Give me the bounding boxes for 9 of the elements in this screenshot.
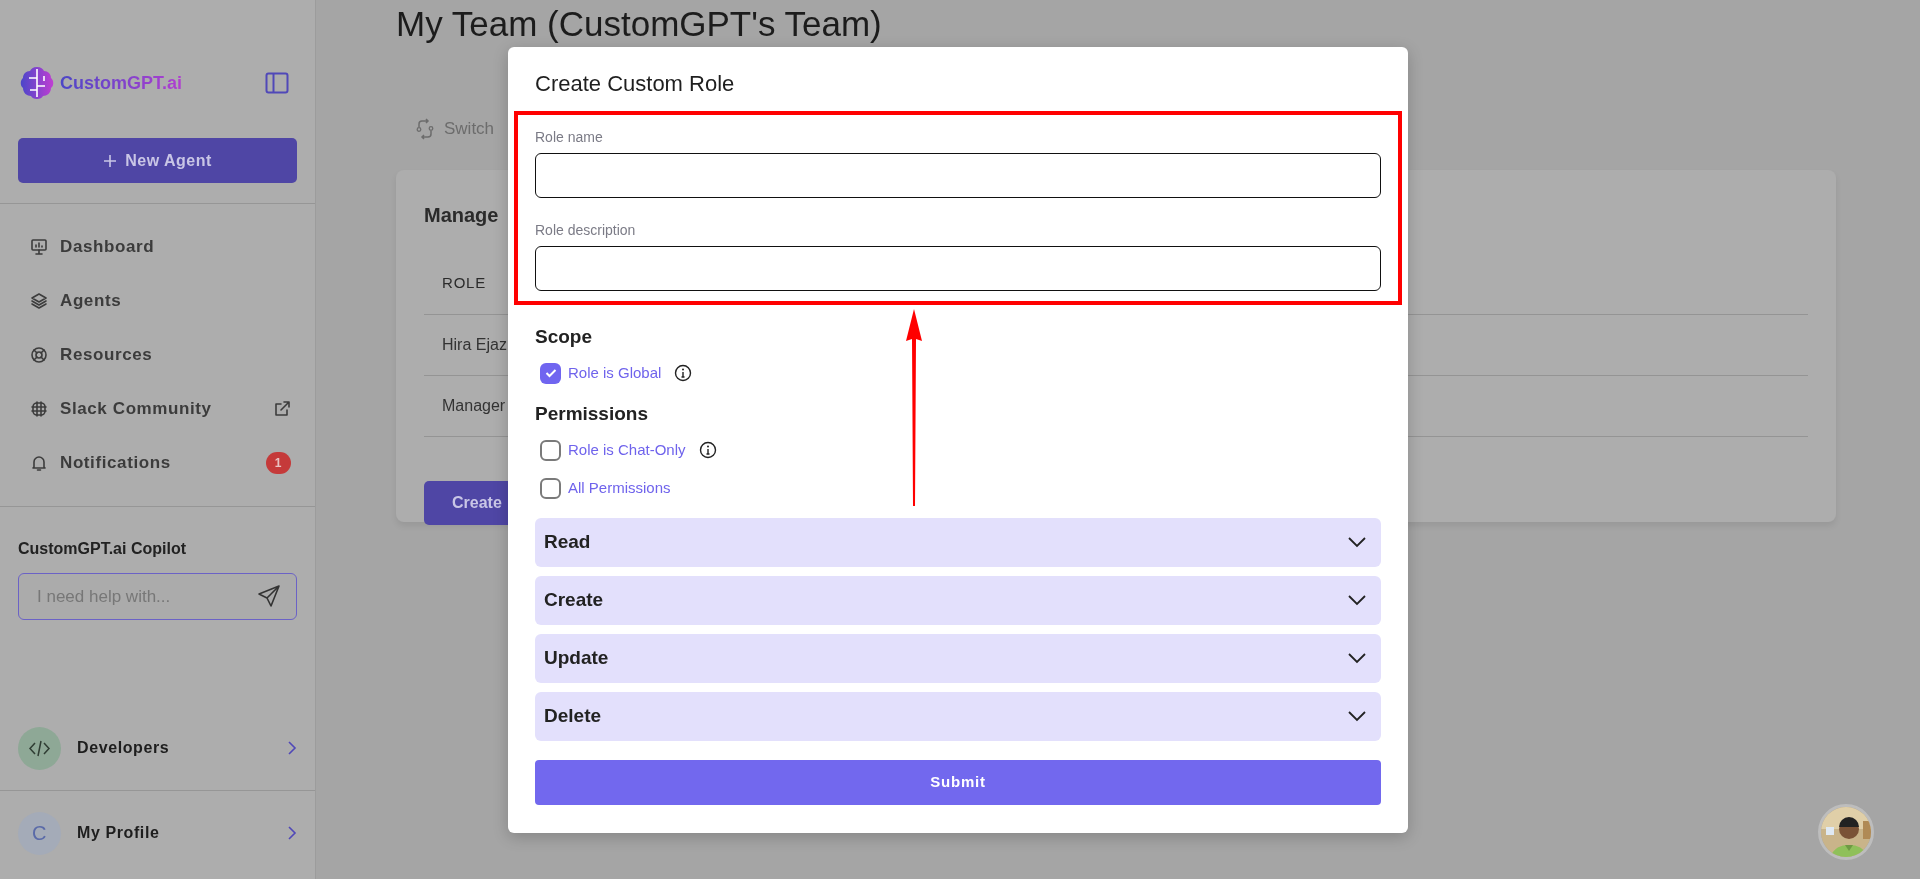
dialog-title: Create Custom Role — [535, 71, 736, 98]
page-title: My Team (CustomGPT's Team) — [396, 4, 883, 44]
notification-badge: 1 — [265, 452, 291, 474]
card-title: Manage — [424, 202, 499, 228]
avatar: C — [18, 811, 61, 855]
copilot-title: CustomGPT.ai Copilot — [17, 539, 187, 559]
section-heading: Scope — [535, 325, 594, 350]
field-label: Role name — [535, 128, 604, 148]
section-heading: Permissions — [535, 402, 649, 427]
